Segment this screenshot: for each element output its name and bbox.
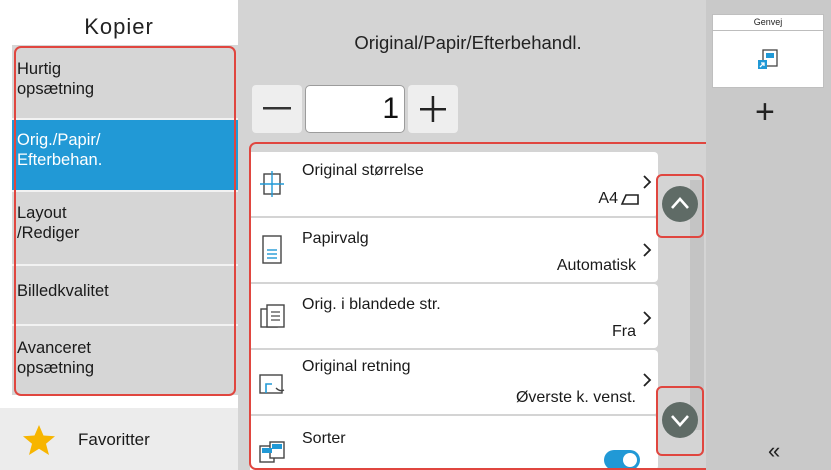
plus-icon [420, 96, 446, 122]
scroll-down-highlight-outline [656, 386, 704, 456]
increase-copies-button[interactable] [408, 85, 458, 133]
panel-title: Kopier [84, 14, 154, 39]
minus-icon [263, 107, 291, 110]
nav-highlight-outline [14, 46, 236, 396]
copies-value: 1 [382, 92, 399, 125]
favorites-label: Favoritter [78, 430, 150, 449]
collapse-panel-button[interactable]: « [768, 438, 780, 464]
shortcut-icon [758, 49, 778, 69]
decrease-copies-button[interactable] [252, 85, 302, 133]
add-shortcut-button[interactable]: + [755, 92, 775, 132]
scroll-up-highlight-outline [656, 174, 704, 238]
shortcut-label: Genvej [753, 17, 783, 27]
shortcut-divider [712, 30, 824, 31]
star-icon [23, 425, 55, 455]
page-title: Original/Papir/Efterbehandl. [354, 32, 582, 53]
settings-list-highlight-outline [249, 142, 715, 470]
